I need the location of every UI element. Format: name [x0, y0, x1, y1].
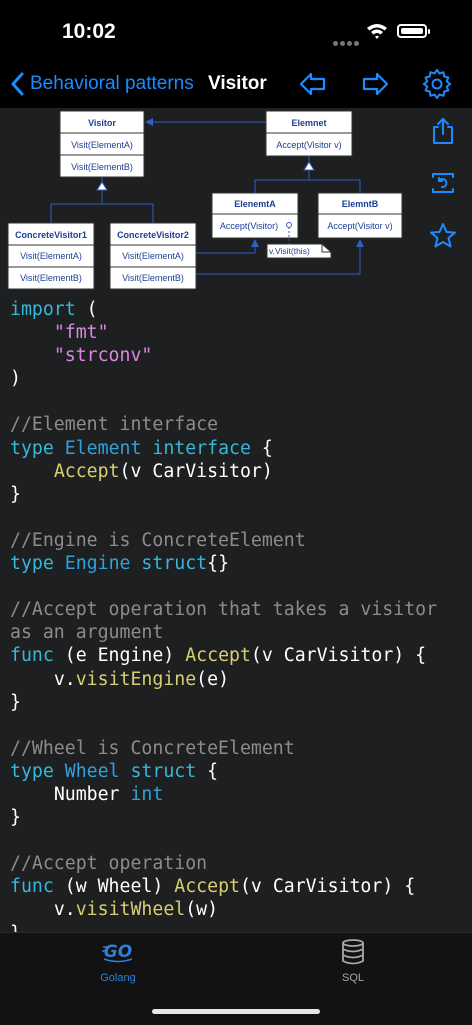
tab-sql-label: SQL [341, 972, 364, 984]
uml-class-concrete-visitor1: ConcreteVisitor1 Visit(ElementA) Visit(E… [7, 222, 95, 290]
svg-text:Accept(Visitor v): Accept(Visitor v) [327, 221, 392, 231]
navigation-bar: Behavioral patterns Visitor [0, 60, 472, 108]
uml-class-element: Elemnet Accept(Visitor v) [265, 110, 353, 157]
source-code: import ( "fmt" "strconv" ) //Element int… [10, 299, 438, 932]
share-icon[interactable] [428, 116, 458, 146]
back-button-label: Behavioral patterns [30, 73, 194, 94]
svg-text:Visit(ElementA): Visit(ElementA) [122, 251, 184, 261]
uml-class-element-a: ElenemtA Accept(Visitor) [211, 192, 299, 239]
go-icon: GO [102, 942, 133, 963]
uml-class-visitor: Visitor Visit(ElementA) Visit(ElementB) [59, 110, 145, 178]
uml-diagram: Visitor Visit(ElementA) Visit(ElementB) … [7, 110, 403, 290]
svg-text:Accept(Visitor): Accept(Visitor) [220, 221, 278, 231]
uml-visitor-name: Visitor [88, 118, 116, 128]
svg-text:Visit(ElementB): Visit(ElementB) [20, 273, 82, 283]
code-viewer[interactable]: Visitor Visit(ElementA) Visit(ElementB) … [0, 108, 472, 932]
svg-text:Visit(ElementB): Visit(ElementB) [122, 273, 184, 283]
page-title: Visitor [208, 73, 267, 94]
svg-text:Visit(ElementA): Visit(ElementA) [71, 140, 133, 150]
gear-icon[interactable] [422, 69, 452, 99]
tab-golang[interactable]: GO Golang [68, 939, 168, 989]
home-indicator [152, 1009, 320, 1014]
svg-text:ElemntB: ElemntB [342, 199, 379, 209]
rotate-icon[interactable] [428, 168, 458, 198]
signal-dots-icon [333, 33, 363, 46]
status-bar: 10:02 [0, 0, 472, 60]
svg-text:ElenemtA: ElenemtA [234, 199, 276, 209]
arrow-right-icon[interactable] [360, 69, 390, 99]
database-icon [342, 939, 364, 965]
wifi-icon [367, 24, 387, 39]
svg-text:v.Visit(this): v.Visit(this) [269, 246, 310, 256]
uml-class-concrete-visitor2: ConcreteVisitor2 Visit(ElementA) Visit(E… [109, 222, 197, 290]
svg-text:Visit(ElementA): Visit(ElementA) [20, 251, 82, 261]
back-button[interactable]: Behavioral patterns [10, 70, 194, 98]
svg-text:Elemnet: Elemnet [291, 118, 326, 128]
status-time: 10:02 [62, 20, 116, 43]
uml-class-element-b: ElemntB Accept(Visitor v) [317, 192, 403, 239]
svg-text:ConcreteVisitor1: ConcreteVisitor1 [15, 230, 87, 240]
svg-text:Accept(Visitor v): Accept(Visitor v) [276, 140, 341, 150]
tab-golang-label: Golang [100, 972, 136, 984]
svg-text:Visit(ElementB): Visit(ElementB) [71, 162, 133, 172]
star-icon[interactable] [428, 221, 458, 251]
tab-sql[interactable]: SQL [303, 939, 403, 989]
arrow-left-icon[interactable] [298, 69, 328, 99]
svg-text:GO: GO [104, 942, 132, 962]
svg-text:ConcreteVisitor2: ConcreteVisitor2 [117, 230, 189, 240]
chevron-left-icon [11, 72, 24, 96]
battery-icon [397, 24, 430, 38]
